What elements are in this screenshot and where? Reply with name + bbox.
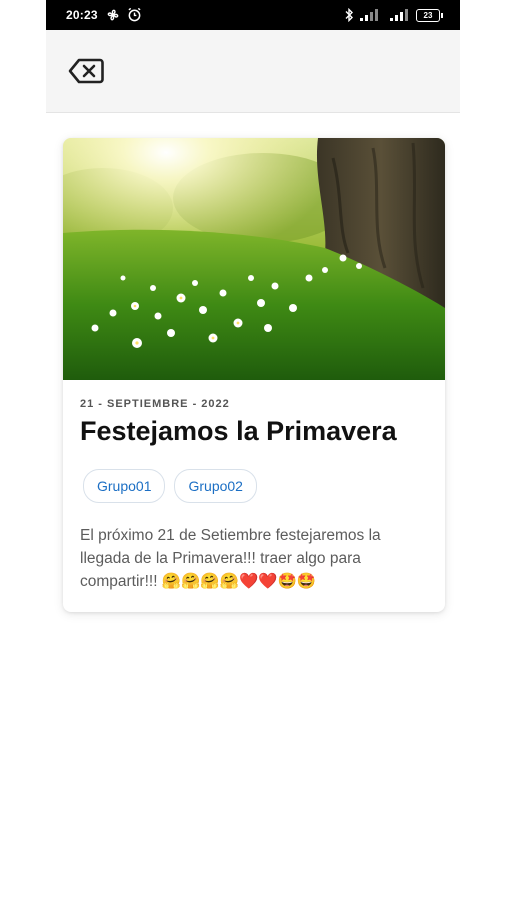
fan-icon [107, 9, 119, 21]
post-date: 21 - SEPTIEMBRE - 2022 [80, 398, 230, 410]
group-chip[interactable]: Grupo02 [174, 469, 257, 503]
event-card[interactable]: 21 - SEPTIEMBRE - 2022 Festejamos la Pri… [63, 138, 445, 612]
phone-screen: 20:23 23 21 - SEPTIEMBRE - 2022 Festejam… [46, 0, 460, 900]
alarm-icon [128, 7, 141, 22]
post-title: Festejamos la Primavera [80, 416, 397, 446]
status-time: 20:23 [66, 8, 98, 22]
signal-icon [360, 9, 378, 21]
status-left-icons [105, 7, 142, 23]
post-description: El próximo 21 de Setiembre festejaremos … [80, 527, 381, 590]
app-bar [46, 30, 460, 113]
status-bar: 20:23 23 [46, 0, 460, 30]
spring-meadow-image [63, 138, 445, 380]
group-chips: Grupo01 Grupo02 [83, 469, 257, 503]
group-chip[interactable]: Grupo01 [83, 469, 166, 503]
status-right-icons: 23 [344, 8, 443, 22]
battery-indicator: 23 [416, 8, 443, 22]
backspace-icon [68, 58, 104, 84]
bluetooth-icon [345, 8, 353, 22]
back-button[interactable] [66, 54, 106, 88]
signal-icon [390, 9, 408, 21]
